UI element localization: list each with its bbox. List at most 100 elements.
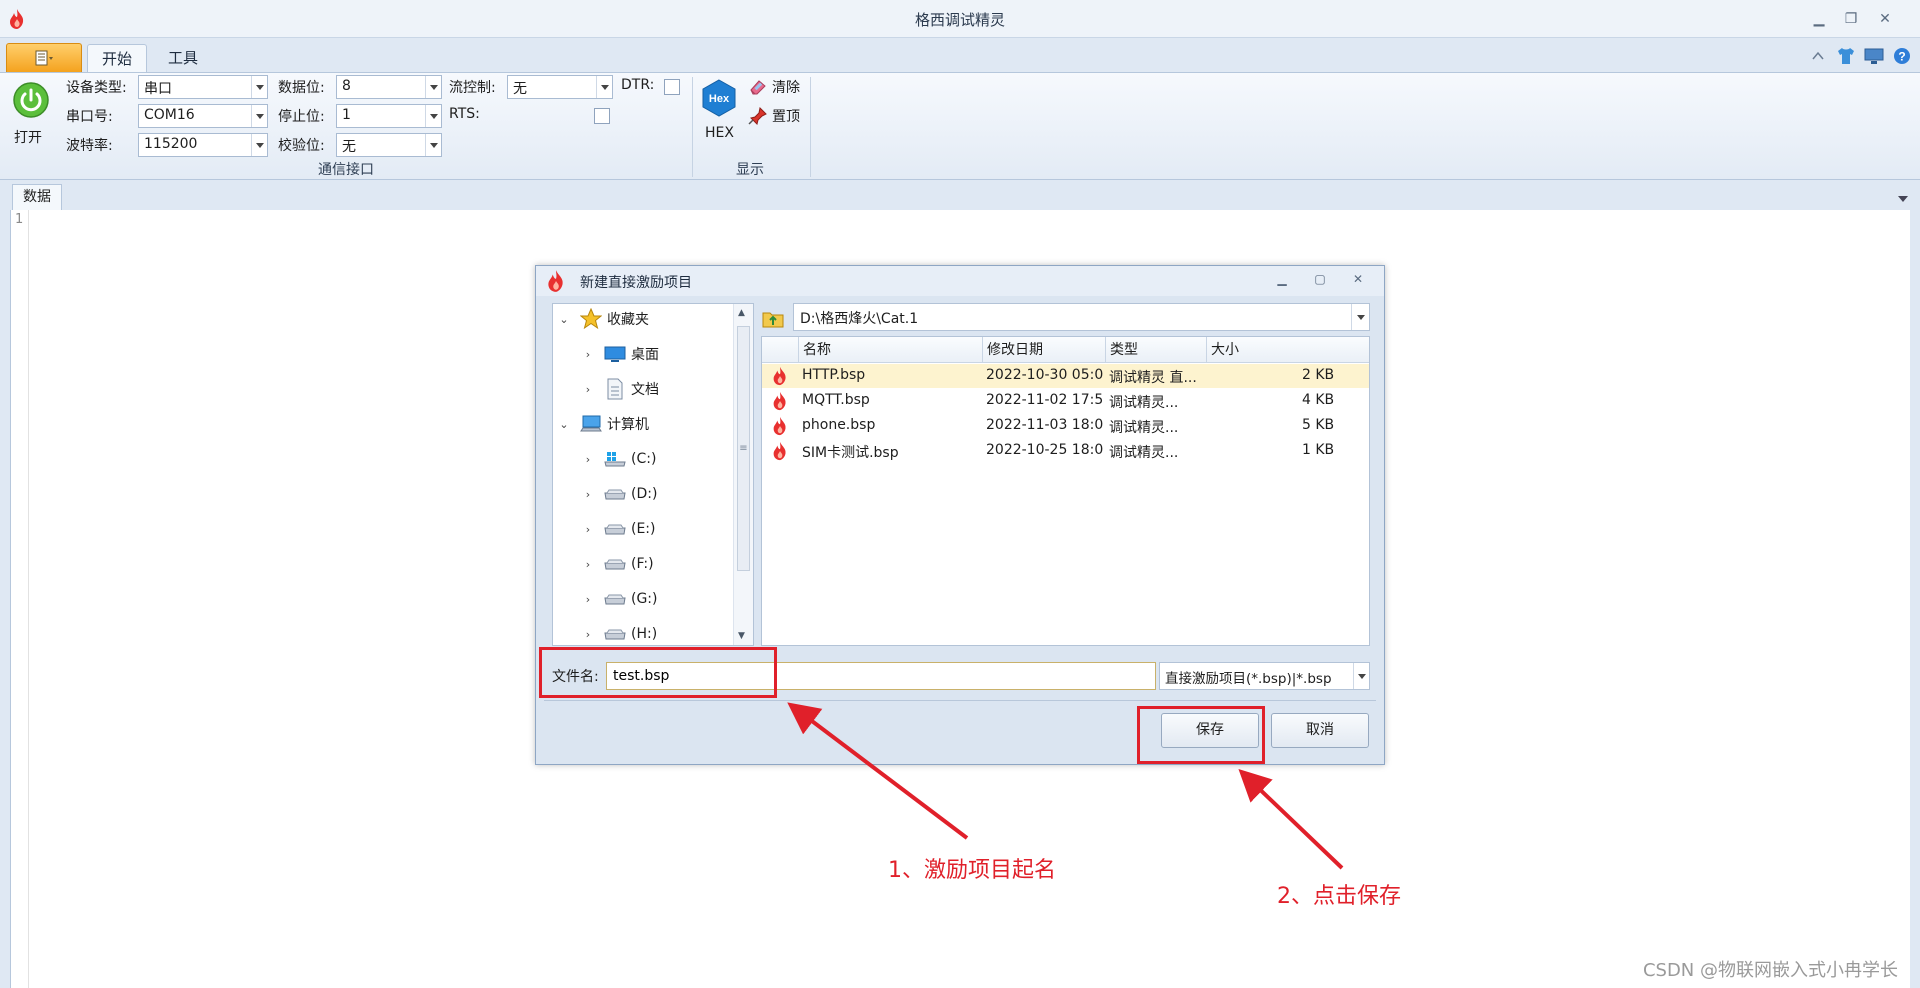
tree-item-favorites[interactable]: ⌄ 收藏夹 — [557, 307, 649, 331]
file-name: SIM卡测试.bsp — [802, 445, 899, 461]
file-row[interactable]: HTTP.bsp 2022-10-30 05:06... 调试精灵 直... 2… — [762, 364, 1369, 388]
tree-item-drive-d[interactable]: › (D:) — [581, 482, 658, 506]
collapsed-arrow-icon: › — [585, 592, 591, 606]
baud-select[interactable]: 115200 — [138, 133, 268, 157]
folder-up-icon[interactable] — [762, 308, 784, 328]
tree-item-drive-c[interactable]: › (C:) — [581, 447, 657, 471]
line-number: 1 — [15, 212, 24, 227]
file-date: 2022-10-25 18:03... — [986, 442, 1104, 458]
collapsed-arrow-icon: › — [585, 452, 591, 466]
parity-label: 校验位: — [278, 138, 325, 154]
device-type-select[interactable]: 串口 — [138, 75, 268, 99]
file-list-header: 名称 修改日期 类型 大小 — [762, 337, 1369, 363]
dialog-maximize-button[interactable]: ▢ — [1310, 272, 1330, 290]
collapsed-arrow-icon: › — [585, 487, 591, 501]
collapsed-arrow-icon: › — [585, 382, 591, 396]
skin-shirt-icon[interactable] — [1836, 46, 1856, 66]
file-row[interactable]: MQTT.bsp 2022-11-02 17:50... 调试精灵... 4 K… — [762, 389, 1369, 413]
tree-item-drive-e[interactable]: › (E:) — [581, 517, 656, 541]
flow-control-select[interactable]: 无 — [507, 75, 613, 99]
pin-top-button[interactable]: 置顶 — [748, 105, 800, 127]
tab-start[interactable]: 开始 — [87, 44, 148, 72]
drive-icon — [603, 588, 627, 610]
document-tab-bar: 数据 — [0, 180, 1920, 210]
file-type-filter[interactable]: 直接激励项目(*.bsp)|*.bsp — [1159, 662, 1370, 690]
group-separator — [692, 77, 693, 177]
stop-bits-value: 1 — [342, 107, 351, 123]
file-row[interactable]: phone.bsp 2022-11-03 18:00... 调试精灵... 5 … — [762, 414, 1369, 438]
app-menu-button[interactable] — [6, 43, 82, 72]
hex-button[interactable]: Hex HEX — [700, 77, 738, 153]
eraser-icon — [750, 80, 766, 95]
tree-item-label: (C:) — [631, 451, 657, 467]
data-bits-select[interactable]: 8 — [336, 75, 442, 99]
scroll-thumb[interactable]: ≡ — [737, 326, 750, 571]
open-label: 打开 — [14, 130, 42, 146]
tree-item-label: (D:) — [631, 486, 658, 502]
tree-item-desktop[interactable]: › 桌面 — [581, 342, 659, 366]
port-select[interactable]: COM16 — [138, 104, 268, 128]
dialog-title: 新建直接激励项目 — [580, 275, 692, 291]
filename-highlight-box — [539, 647, 777, 698]
file-size: 5 KB — [1302, 417, 1335, 433]
tab-list-dropdown[interactable] — [1898, 190, 1908, 206]
scroll-up-icon[interactable]: ▲ — [738, 308, 745, 318]
bsp-file-icon — [773, 391, 786, 411]
monitor-chat-icon[interactable] — [1864, 46, 1884, 66]
tree-scrollbar[interactable]: ▲ ≡ ▼ — [733, 304, 753, 645]
clear-button[interactable]: 清除 — [748, 76, 800, 98]
expanded-arrow-icon: ⌄ — [559, 417, 569, 431]
tree-item-computer[interactable]: ⌄ 计算机 — [557, 412, 649, 436]
pin-top-label: 置顶 — [772, 109, 800, 125]
path-combobox[interactable]: D:\格西烽火\Cat.1 — [793, 303, 1370, 331]
minimize-button[interactable]: ▁ — [1806, 8, 1832, 30]
window-title: 格西调试精灵 — [914, 11, 1005, 29]
port-value: COM16 — [144, 107, 195, 123]
tree-item-documents[interactable]: › 文档 — [581, 377, 659, 401]
stop-bits-select[interactable]: 1 — [336, 104, 442, 128]
port-label: 串口号: — [66, 109, 113, 125]
collapse-ribbon-icon[interactable] — [1808, 46, 1828, 66]
rts-label: RTS: — [449, 106, 480, 122]
dtr-checkbox[interactable] — [664, 79, 680, 95]
column-size[interactable]: 大小 — [1206, 337, 1306, 363]
device-type-label: 设备类型: — [66, 80, 127, 96]
column-type[interactable]: 类型 — [1105, 337, 1206, 363]
file-row[interactable]: SIM卡测试.bsp 2022-10-25 18:03... 调试精灵... 1… — [762, 439, 1369, 463]
tree-item-drive-h[interactable]: › (H:) — [581, 622, 657, 645]
drive-icon — [603, 483, 627, 505]
help-icon[interactable]: ? — [1892, 46, 1912, 66]
scroll-down-icon[interactable]: ▼ — [738, 631, 745, 641]
clear-label: 清除 — [772, 80, 800, 96]
tab-data[interactable]: 数据 — [12, 184, 62, 210]
baud-label: 波特率: — [66, 138, 113, 154]
tab-tools[interactable]: 工具 — [154, 44, 212, 72]
line-gutter: 1 — [11, 210, 29, 988]
column-modified[interactable]: 修改日期 — [982, 337, 1105, 363]
dialog-divider — [544, 700, 1376, 701]
column-name[interactable]: 名称 — [798, 337, 982, 363]
parity-select[interactable]: 无 — [336, 133, 442, 157]
collapsed-arrow-icon: › — [585, 627, 591, 641]
close-button[interactable]: ✕ — [1872, 8, 1898, 30]
dialog-minimize-button[interactable]: ▁ — [1272, 272, 1292, 290]
file-type: 调试精灵... — [1109, 395, 1179, 411]
restore-button[interactable]: ❐ — [1838, 8, 1864, 30]
drive-icon — [603, 553, 627, 575]
chevron-down-icon — [1351, 304, 1369, 330]
dialog-title-bar: 新建直接激励项目 ▁ ▢ ✕ — [536, 266, 1384, 296]
chevron-down-icon — [425, 105, 441, 127]
tree-item-drive-g[interactable]: › (G:) — [581, 587, 658, 611]
computer-icon — [579, 413, 603, 435]
cancel-button[interactable]: 取消 — [1271, 713, 1369, 748]
file-date: 2022-10-30 05:06... — [986, 367, 1104, 383]
open-button[interactable]: 打开 — [10, 79, 52, 155]
chevron-down-icon — [1898, 196, 1908, 202]
desktop-icon — [603, 343, 627, 365]
dialog-close-button[interactable]: ✕ — [1348, 272, 1368, 290]
title-bar: 格西调试精灵 ▁ ❐ ✕ — [0, 0, 1920, 38]
tree-item-label: 收藏夹 — [607, 312, 649, 328]
tree-item-drive-f[interactable]: › (F:) — [581, 552, 654, 576]
rts-checkbox[interactable] — [594, 108, 610, 124]
file-size: 1 KB — [1302, 442, 1335, 458]
